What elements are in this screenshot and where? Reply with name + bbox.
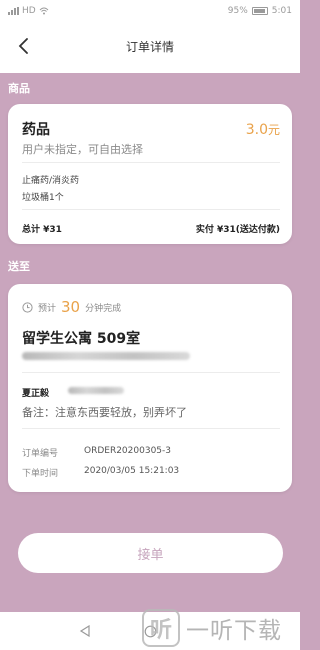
- eta-prefix: 预计: [38, 303, 57, 314]
- watermark: 听 一听下载: [142, 606, 300, 650]
- goods-price-value: 3.0: [245, 122, 268, 138]
- chevron-left-icon: [18, 38, 28, 54]
- goods-price-unit: 元: [267, 123, 280, 137]
- divider: [22, 162, 280, 163]
- eta-suffix: 分钟完成: [85, 303, 122, 314]
- deliver-card: 预计 30 分钟完成 留学生公寓 509室 夏正毅 备注：注意东西要轻放，别弄坏…: [8, 284, 292, 492]
- nav-back-key[interactable]: [78, 624, 92, 638]
- clock-icon: [22, 301, 33, 313]
- goods-item: 垃圾桶1个: [22, 193, 64, 203]
- goods-card: 药品 3.0元 用户未指定，可自由选择 止痛药/消炎药 垃圾桶1个 总计 ¥31…: [8, 104, 292, 244]
- status-right: 95% 5:01: [228, 6, 292, 16]
- order-number: ORDER20200305-3: [84, 446, 171, 456]
- battery-percent: 95%: [227, 6, 248, 16]
- status-network-text: HD: [22, 6, 36, 16]
- triangle-back-icon: [79, 625, 90, 637]
- goods-total: 总计 ¥31: [22, 225, 62, 235]
- address-detail-redacted: [22, 352, 190, 360]
- contact-name: 夏正毅: [22, 389, 50, 399]
- nav-bar: 订单详情: [0, 22, 300, 70]
- status-bar: HD 95% 5:01: [0, 0, 300, 22]
- address-name: 留学生公寓 509室: [22, 331, 141, 347]
- signal-icon: [8, 7, 19, 15]
- goods-subtitle: 用户未指定，可自由选择: [22, 143, 143, 156]
- order-number-label: 订单编号: [22, 449, 59, 459]
- divider: [22, 209, 280, 210]
- back-button[interactable]: [14, 36, 34, 56]
- goods-name: 药品: [22, 122, 50, 138]
- order-note: 备注：注意东西要轻放，别弄坏了: [22, 406, 187, 419]
- goods-paid: 实付 ¥31(送达付款): [195, 225, 280, 235]
- status-left: HD: [8, 6, 49, 16]
- eta-row: 预计 30 分钟完成: [22, 298, 121, 316]
- goods-section-label: 商品: [8, 82, 30, 95]
- watermark-text: 一听下载: [186, 618, 282, 644]
- wifi-icon: [39, 7, 49, 15]
- eta-minutes: 30: [61, 298, 81, 316]
- order-time-label: 下单时间: [22, 469, 59, 479]
- divider: [22, 372, 280, 373]
- contact-phone-redacted: [68, 387, 124, 394]
- page-title: 订单详情: [125, 39, 174, 54]
- deliver-section-label: 送至: [8, 260, 30, 273]
- order-time: 2020/03/05 15:21:03: [84, 466, 180, 476]
- divider: [22, 428, 280, 429]
- clock: 5:01: [271, 6, 292, 16]
- goods-price: 3.0元: [246, 121, 280, 138]
- header-area: HD 95% 5:01 订单详情: [0, 0, 300, 73]
- battery-icon: [251, 7, 268, 15]
- goods-item: 止痛药/消炎药: [22, 176, 80, 186]
- accept-order-button[interactable]: 接单: [18, 533, 283, 573]
- watermark-logo: 听: [142, 609, 180, 647]
